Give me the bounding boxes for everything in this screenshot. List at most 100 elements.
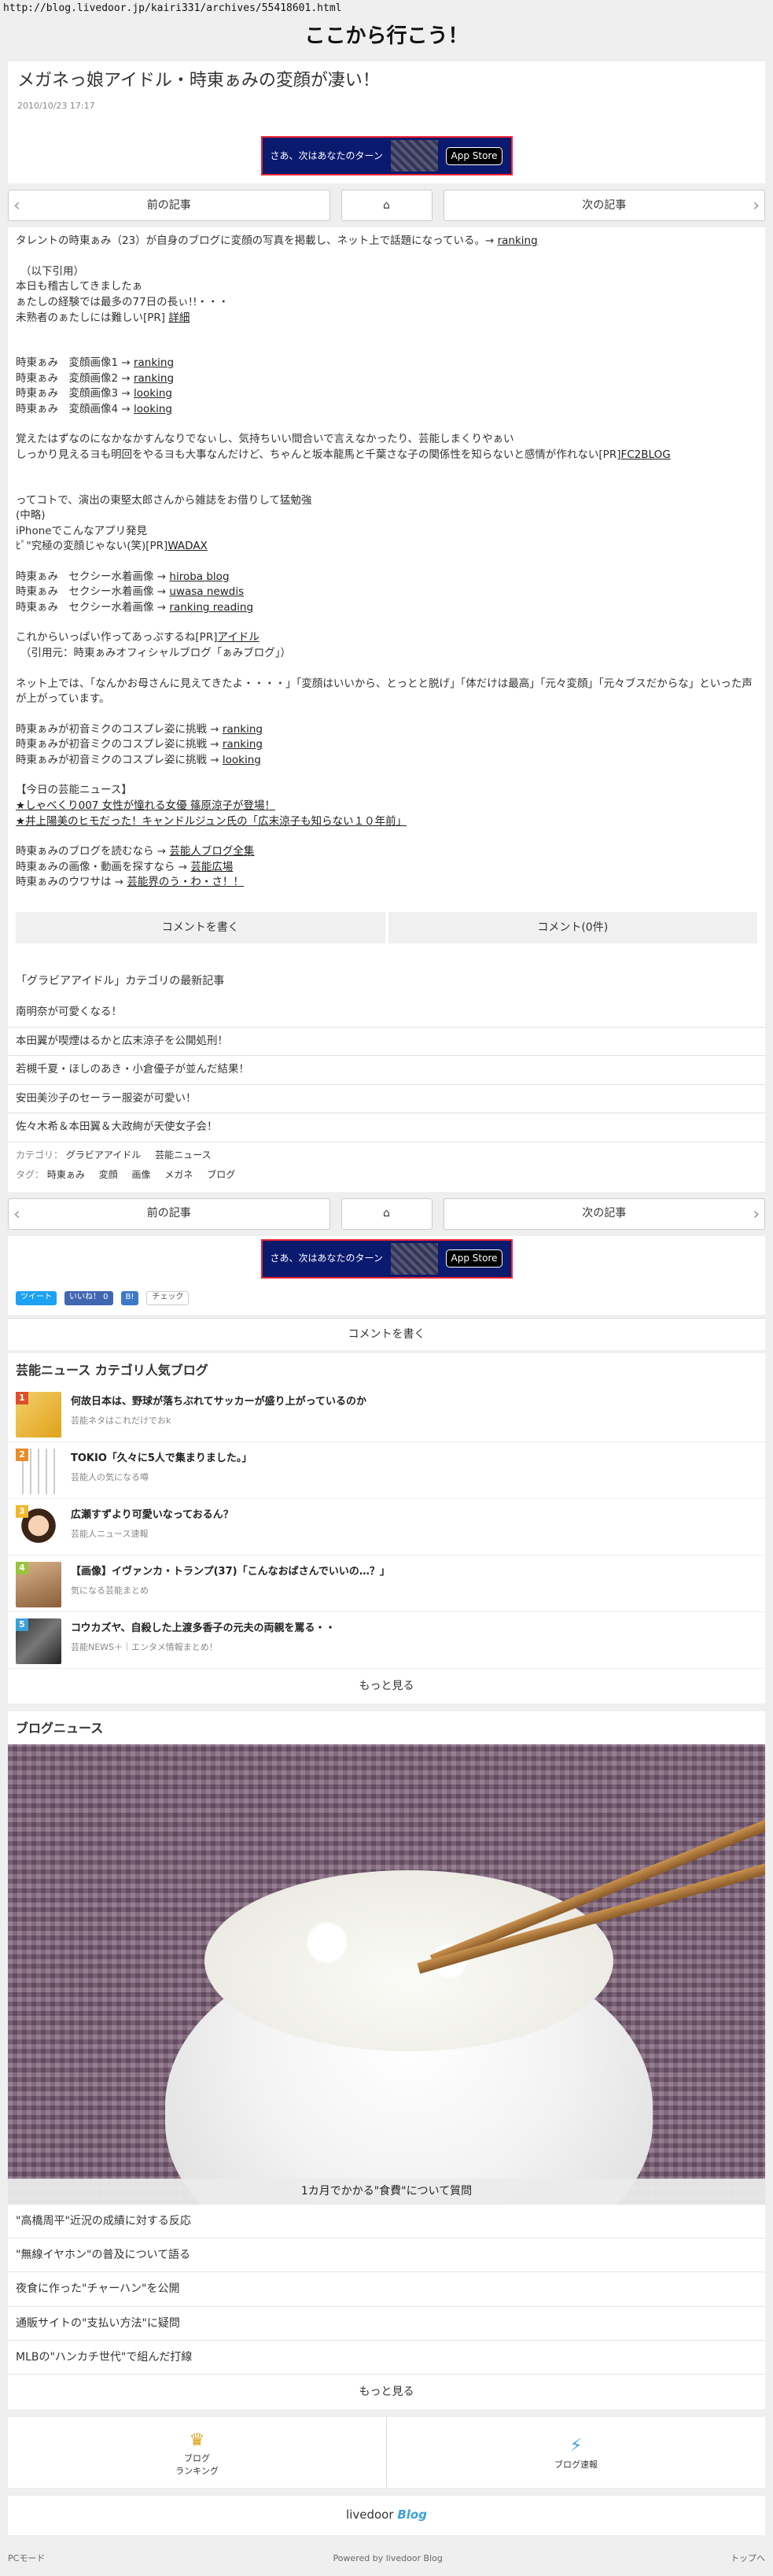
- ad-text: さあ、次はあなたのターン: [270, 1252, 383, 1264]
- ad-bottom-card: さあ、次はあなたのターン App Store ツイート いいね！ 0 B! チェ…: [8, 1235, 765, 1315]
- ad-image: [390, 140, 438, 172]
- chevron-right-icon: ›: [753, 1204, 760, 1224]
- home-button[interactable]: ⌂: [340, 190, 433, 222]
- swimsuit3-link[interactable]: ranking reading: [169, 601, 253, 614]
- social-buttons: ツイート いいね！ 0 B! チェック: [8, 1282, 765, 1315]
- tag-link[interactable]: 画像: [132, 1169, 151, 1180]
- tag-link[interactable]: ブログ: [207, 1169, 235, 1180]
- rice-image: [204, 1869, 613, 2051]
- image2-link[interactable]: ranking: [134, 372, 174, 385]
- list-item[interactable]: 3 広瀬すずより可愛いなっておるん？ 芸能人ニュース速報: [8, 1499, 765, 1556]
- tweet-button[interactable]: ツイート: [16, 1290, 57, 1305]
- chevron-right-icon: ›: [753, 196, 760, 216]
- ad-image: [390, 1242, 438, 1275]
- write-comment-button[interactable]: コメントを書く: [16, 911, 385, 943]
- wadax-link[interactable]: WADAX: [167, 540, 208, 552]
- url-bar[interactable]: http://blog.livedoor.jp/kairi331/archive…: [0, 0, 773, 16]
- uwasa-link[interactable]: 芸能界のう・わ・さ！！: [127, 876, 244, 888]
- detail-link[interactable]: 詳細: [168, 312, 190, 324]
- article-body-card: タレントの時東ぁみ（23）が自身のブログに変顔の写真を掲載し、ネット上で話題にな…: [8, 227, 765, 1192]
- list-item[interactable]: 若槻千夏・ほしのあき・小倉優子が並んだ結果！: [8, 1056, 765, 1085]
- thumbnail: 1: [16, 1392, 61, 1438]
- list-item[interactable]: "無線イヤホン"の普及について語る: [8, 2238, 765, 2273]
- back-to-top-link[interactable]: トップへ: [731, 2552, 765, 2565]
- next-article-button[interactable]: 次の記事 ›: [443, 1198, 765, 1230]
- list-item[interactable]: 通販サイトの"支払い方法"に疑問: [8, 2307, 765, 2341]
- next-article-button[interactable]: 次の記事 ›: [443, 190, 765, 222]
- image4-link[interactable]: looking: [134, 403, 172, 415]
- prev-article-button[interactable]: ‹ 前の記事: [8, 190, 330, 222]
- list-item[interactable]: 佐々木希＆本田翼＆大政絢が天使女子会！: [8, 1113, 765, 1142]
- article-card: メガネっ娘アイドル・時東ぁみの変顔が凄い！ 2010/10/23 17:17 さ…: [8, 61, 765, 184]
- tag-link[interactable]: メガネ: [164, 1169, 193, 1180]
- chevron-left-icon: ‹: [13, 1204, 20, 1224]
- thumbnail: 4: [16, 1562, 61, 1608]
- prev-article-button[interactable]: ‹ 前の記事: [8, 1198, 330, 1230]
- article-title: メガネっ娘アイドル・時東ぁみの変顔が凄い！: [17, 70, 380, 90]
- write-comment-link[interactable]: コメントを書く: [8, 1317, 765, 1350]
- comment-count-button[interactable]: コメント(0件): [388, 911, 757, 943]
- today-news-link-1[interactable]: ★しゃべくり007 女性が憧れる女優 篠原涼子が登場！: [16, 799, 275, 812]
- blog-zenshu-link[interactable]: 芸能人ブログ全集: [169, 845, 254, 858]
- pager-bottom: ‹ 前の記事 ⌂ 次の記事 ›: [8, 1198, 765, 1230]
- article-body: タレントの時東ぁみ（23）が自身のブログに変顔の写真を掲載し、ネット上で話題にな…: [8, 227, 765, 960]
- swimsuit1-link[interactable]: hiroba blog: [169, 570, 229, 583]
- photo-caption: 1カ月でかかる"食費"について質問: [8, 2179, 765, 2205]
- category-link[interactable]: 芸能ニュース: [155, 1150, 211, 1161]
- image3-link[interactable]: looking: [134, 387, 172, 400]
- list-item[interactable]: 安田美沙子のセーラー服姿が可愛い！: [8, 1085, 765, 1114]
- list-item[interactable]: 南明奈が可愛くなる！: [8, 998, 765, 1028]
- footer-links: ♛ ブログ ランキング ⚡ ブログ速報: [8, 2417, 765, 2489]
- hatena-icon[interactable]: B!: [120, 1290, 139, 1305]
- tag-row: タグ： 時東ぁみ 変顔 画像 メガネ ブログ: [16, 1169, 236, 1181]
- ad-bottom: さあ、次はあなたのターン App Store: [8, 1236, 765, 1282]
- fc2blog-link[interactable]: FC2BLOG: [620, 448, 670, 461]
- tag-link[interactable]: 時東ぁみ: [47, 1169, 85, 1180]
- miku2-link[interactable]: ranking: [223, 738, 263, 751]
- blog-breaking-link[interactable]: ⚡ ブログ速報: [386, 2417, 765, 2489]
- swimsuit2-link[interactable]: uwasa newdis: [169, 585, 244, 598]
- popular-more-button[interactable]: もっと見る: [8, 1669, 765, 1703]
- site-title[interactable]: ここから行こう！: [0, 16, 773, 61]
- thumbnail: 2: [16, 1449, 61, 1495]
- idol-link[interactable]: アイドル: [217, 631, 259, 644]
- thumbnail: 3: [16, 1505, 61, 1552]
- news-photo[interactable]: 1カ月でかかる"食費"について質問: [8, 1744, 765, 2205]
- list-item[interactable]: MLBの"ハンカチ世代"で組んだ打線: [8, 2341, 765, 2375]
- like-button[interactable]: いいね！ 0: [64, 1290, 113, 1305]
- news-more-button[interactable]: もっと見る: [8, 2375, 765, 2409]
- list-item[interactable]: "高橋周平"近況の成績に対する反応: [8, 2205, 765, 2238]
- ad-top: さあ、次はあなたのターン App Store: [8, 120, 765, 183]
- list-item[interactable]: 1 何故日本は、野球が落ちぶれてサッカーが盛り上がっているのか 芸能ネタはこれだけ…: [8, 1386, 765, 1443]
- list-item[interactable]: 5 コウカズヤ、自殺した上渡多香子の元夫の両親を罵る・・ 芸能NEWS＋｜エンタメ…: [8, 1612, 765, 1670]
- ad-banner[interactable]: さあ、次はあなたのターン App Store: [260, 1238, 513, 1279]
- pc-mode-link[interactable]: PCモード: [8, 2552, 45, 2565]
- app-store-badge: App Store: [445, 146, 503, 165]
- category-list: 南明奈が可愛くなる！ 本田翼が喫煙はるかと広末涼子を公開処刑！ 若槻千夏・ほしの…: [8, 998, 765, 1142]
- geinou-hiroba-link[interactable]: 芸能広場: [190, 861, 233, 873]
- article-date: 2010/10/23 17:17: [17, 101, 95, 112]
- miku3-link[interactable]: looking: [223, 754, 261, 766]
- ad-banner[interactable]: さあ、次はあなたのターン App Store: [260, 136, 513, 176]
- list-item[interactable]: 夜食に作った"チャーハン"を公開: [8, 2272, 765, 2307]
- tag-link[interactable]: 変顔: [99, 1169, 118, 1180]
- ranking-link[interactable]: ranking: [498, 234, 538, 247]
- home-icon: ⌂: [383, 1207, 390, 1220]
- list-item[interactable]: 4 【画像】イヴァンカ・トランプ(37)「こんなおばさんでいいの…？」 気になる芸…: [8, 1556, 765, 1613]
- comment-buttons: コメントを書く コメント(0件): [16, 911, 757, 943]
- pager-top: ‹ 前の記事 ⌂ 次の記事 ›: [8, 190, 765, 222]
- miku1-link[interactable]: ranking: [223, 723, 263, 736]
- image1-link[interactable]: ranking: [134, 356, 174, 369]
- blog-ranking-link[interactable]: ♛ ブログ ランキング: [8, 2417, 386, 2488]
- home-icon: ⌂: [383, 199, 390, 212]
- check-button[interactable]: チェック: [146, 1290, 190, 1305]
- list-item[interactable]: 本田翼が喫煙はるかと広末涼子を公開処刑！: [8, 1028, 765, 1057]
- category-link[interactable]: グラビアアイドル: [66, 1150, 141, 1161]
- livedoor-blog-logo[interactable]: livedoor Blog: [8, 2496, 765, 2536]
- powered-by: Powered by livedoor Blog: [333, 2553, 443, 2564]
- today-news-link-2[interactable]: ★井上陽美のヒモだった！キャンドルジュン氏の「広末涼子も知らない１０年前」: [16, 815, 407, 828]
- app-store-badge: App Store: [445, 1249, 503, 1268]
- popular-blogs: 芸能ニュース カテゴリ人気ブログ 1 何故日本は、野球が落ちぶれてサッカーが盛り…: [8, 1353, 765, 1704]
- list-item[interactable]: 2 TOKIO「久々に5人で集まりました。」 芸能人の気になる噂: [8, 1442, 765, 1500]
- home-button[interactable]: ⌂: [340, 1198, 433, 1230]
